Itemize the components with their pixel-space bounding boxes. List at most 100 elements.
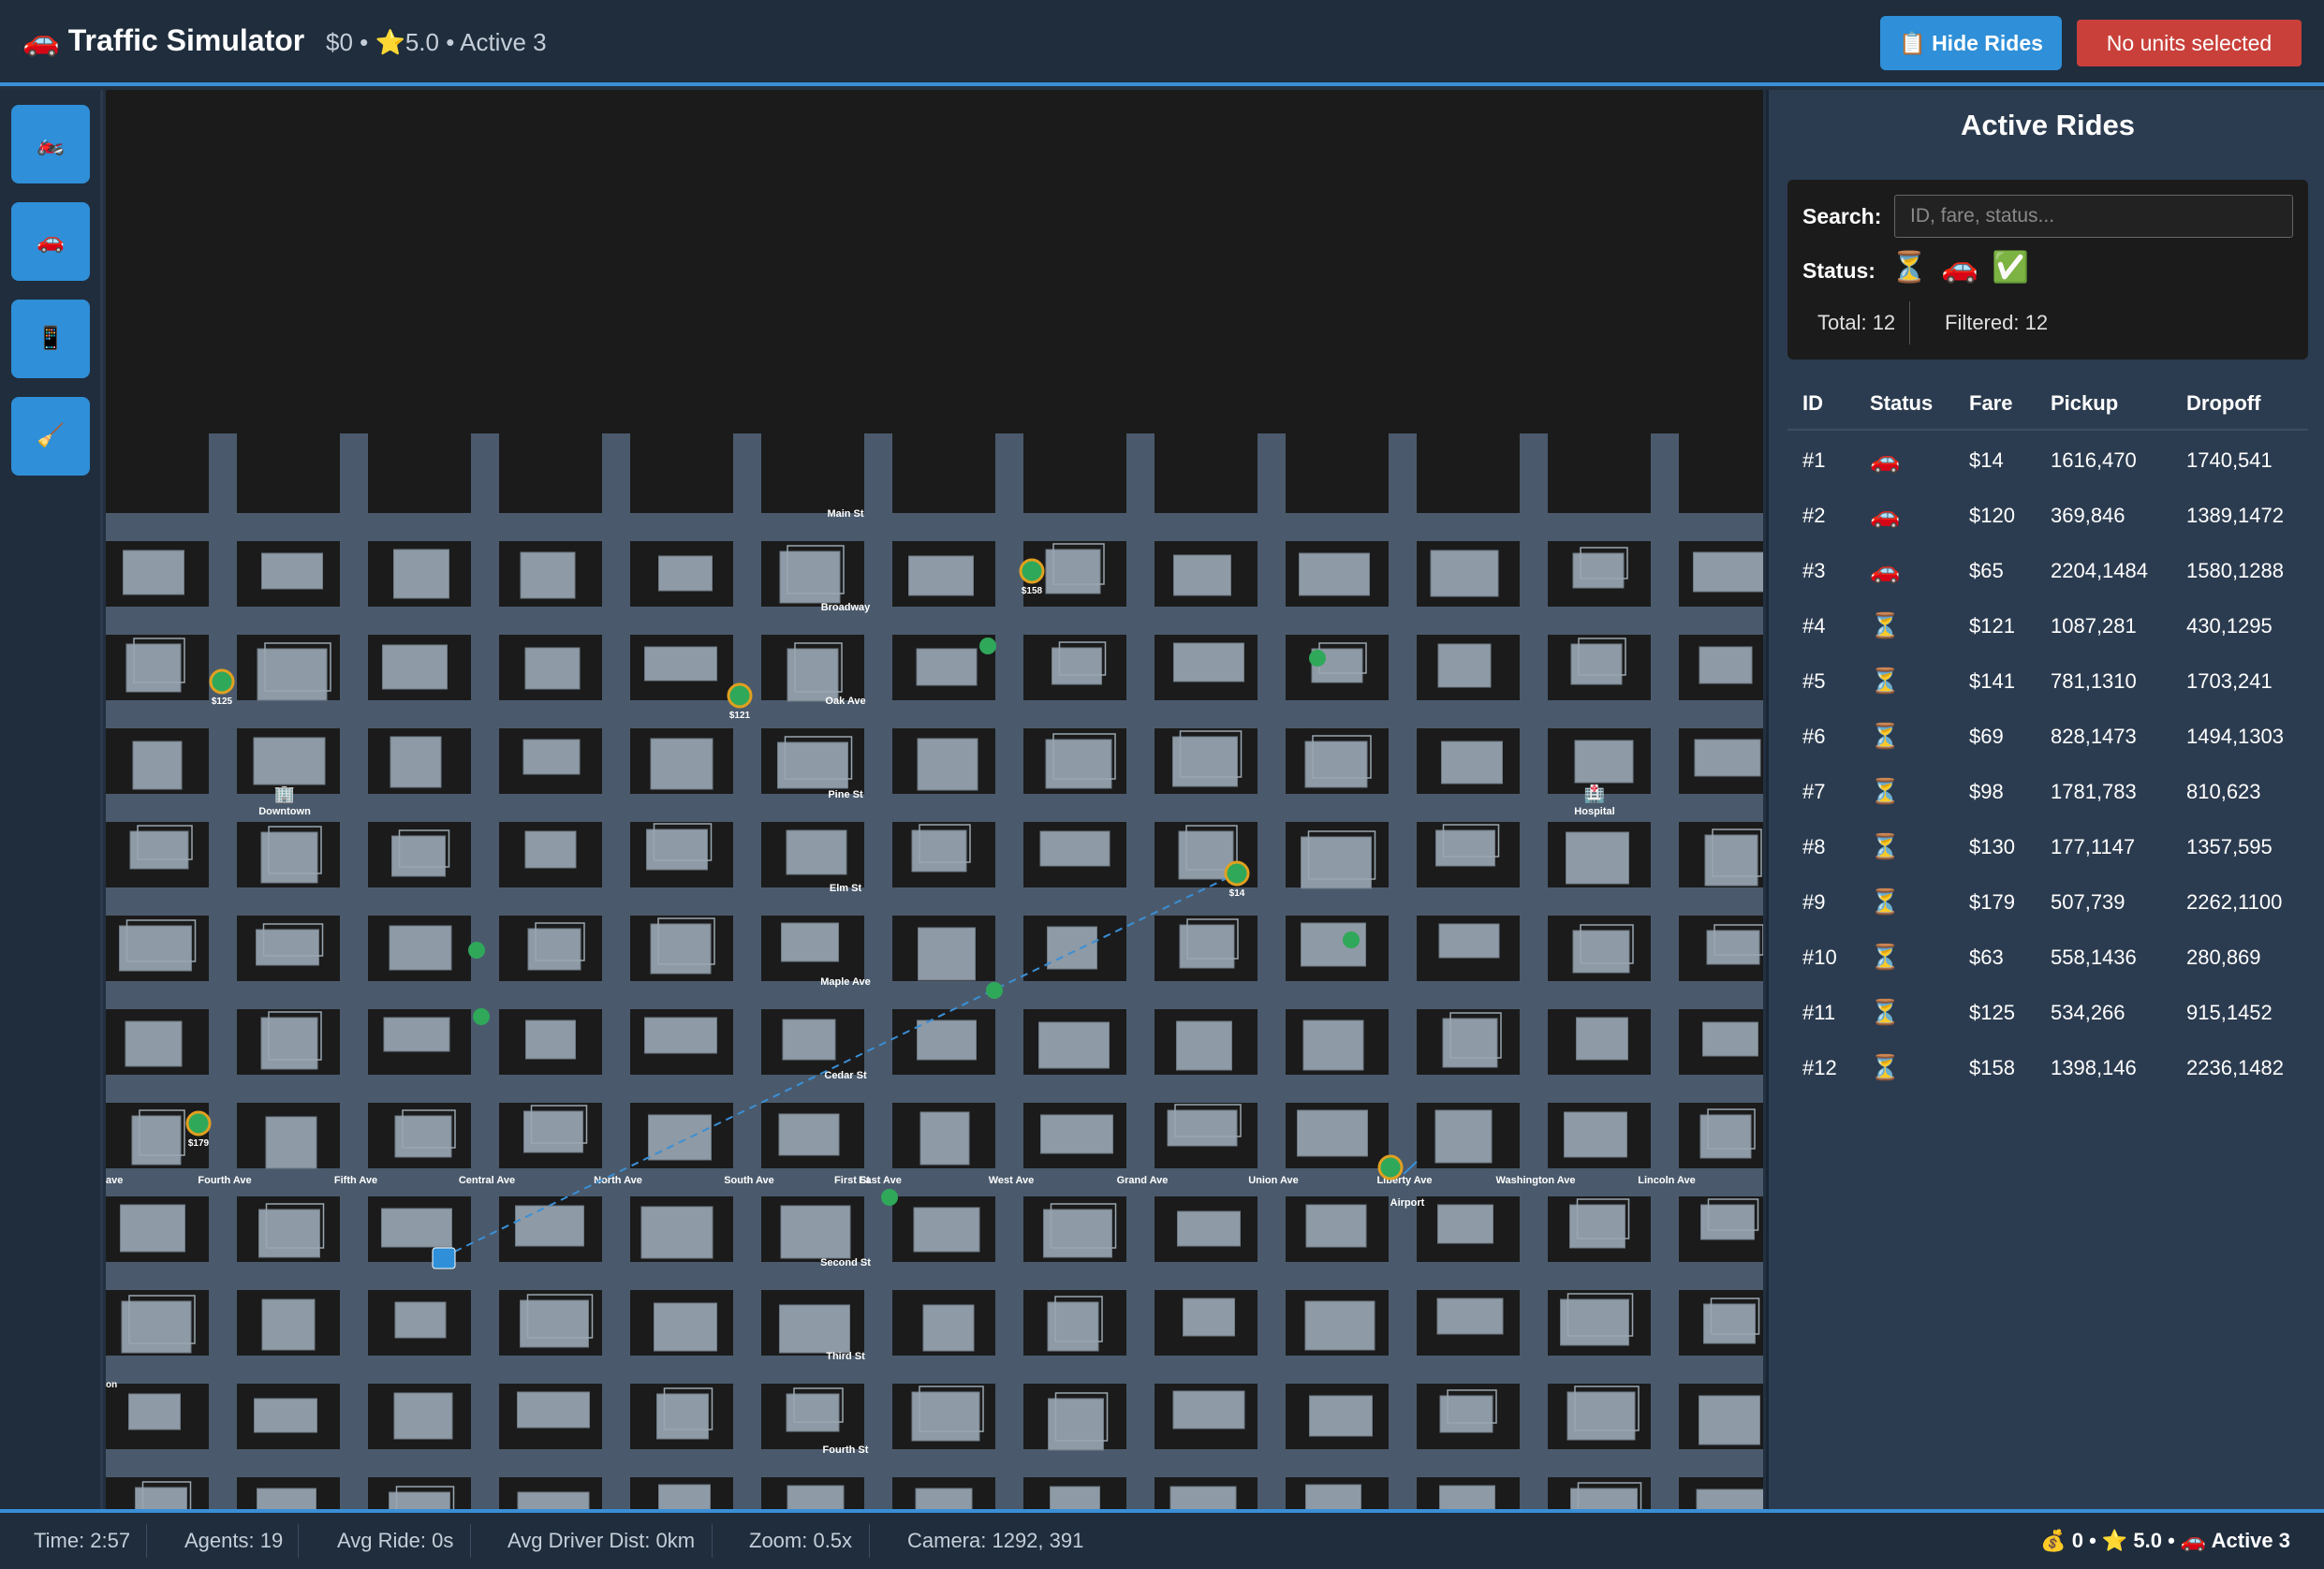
building [381, 1208, 452, 1248]
road [106, 1262, 1763, 1290]
agents-readout: Agents: 19 [184, 1529, 284, 1552]
landmark-label: Hospital [1574, 806, 1614, 817]
table-row[interactable]: #5 ⏳ $141 781,1310 1703,241 [1769, 653, 2324, 709]
units-selected-button[interactable]: No units selected [2077, 20, 2302, 66]
building [1038, 1021, 1110, 1069]
hide-rides-button[interactable]: 📋 Hide Rides [1880, 16, 2062, 70]
table-row[interactable]: #1 🚗 $14 1616,470 1740,541 [1769, 433, 2324, 488]
hourglass-icon[interactable]: ⏳ [1890, 249, 1928, 285]
fare-label: $125 [212, 697, 233, 707]
ride-request-marker [1377, 1154, 1404, 1180]
building [1301, 836, 1372, 889]
search-input[interactable] [1894, 195, 2293, 238]
building [260, 831, 318, 884]
building [1430, 550, 1499, 597]
building [1566, 831, 1629, 885]
building [1047, 926, 1097, 970]
table-row[interactable]: #6 ⏳ $69 828,1473 1494,1303 [1769, 709, 2324, 764]
building [120, 1204, 185, 1253]
street-label: Main St [827, 508, 863, 520]
table-row[interactable]: #8 ⏳ $130 177,1147 1357,595 [1769, 819, 2324, 874]
ride-dropoff: 915,1452 [2186, 1001, 2273, 1024]
street-label: Broadway [821, 602, 871, 613]
building [258, 1209, 320, 1258]
building [919, 1111, 970, 1166]
building [1173, 642, 1244, 682]
ride-fare: $14 [1969, 448, 2004, 472]
ride-id: #12 [1802, 1056, 1837, 1079]
clear-button[interactable]: 🧹 [11, 397, 90, 476]
table-row[interactable]: #10 ⏳ $63 558,1436 280,869 [1769, 930, 2324, 985]
street-label: Elm St [830, 883, 862, 894]
filter-box: Search: Status: ⏳ 🚗 ✅ Total: 12 Filtered… [1787, 180, 2308, 359]
road [106, 981, 1763, 1009]
col-header-fare[interactable]: Fare [1969, 391, 2012, 416]
building [128, 1393, 181, 1430]
spawn-motorcycle-button[interactable]: 🏍️ [11, 105, 90, 183]
spawn-car-button[interactable]: 🚗 [11, 202, 90, 281]
building [1177, 1210, 1241, 1247]
building [256, 929, 319, 966]
building [257, 1488, 316, 1509]
street-label: Washington Ave [1496, 1175, 1576, 1186]
spawn-ride-request-button[interactable]: 📱 [11, 300, 90, 378]
building [644, 1017, 717, 1054]
ride-fare: $120 [1969, 504, 2015, 527]
street-label: Third St [826, 1351, 865, 1362]
car-icon: 🚗 [37, 228, 65, 254]
col-header-pickup[interactable]: Pickup [2051, 391, 2118, 416]
ride-dropoff: 2262,1100 [2186, 890, 2283, 914]
status-label: Status: [1802, 258, 1875, 283]
table-row[interactable]: #2 🚗 $120 369,846 1389,1472 [1769, 488, 2324, 543]
table-row[interactable]: #12 ⏳ $158 1398,146 2236,1482 [1769, 1040, 2324, 1095]
car-icon[interactable]: 🚗 [1941, 249, 1978, 285]
col-header-dropoff[interactable]: Dropoff [2186, 391, 2260, 416]
ride-pickup: 828,1473 [2051, 725, 2137, 748]
street-label: Central Ave [459, 1175, 515, 1186]
status-divider [298, 1524, 299, 1558]
road [106, 513, 1763, 541]
street-label: ave [106, 1175, 123, 1186]
status-divider [712, 1524, 713, 1558]
ride-pickup: 1087,281 [2051, 614, 2137, 638]
road [733, 433, 761, 1509]
col-header-status[interactable]: Status [1870, 391, 1933, 416]
building [129, 830, 189, 870]
checkmark-icon[interactable]: ✅ [1992, 249, 2029, 285]
avg-ride-readout: Avg Ride: 0s [337, 1529, 454, 1552]
building [778, 1113, 840, 1156]
map-canvas[interactable]: Main St Broadway Oak Ave Pine St Elm St Maple… [106, 90, 1763, 1509]
broom-icon: 🧹 [37, 423, 65, 448]
table-row[interactable]: #9 ⏳ $179 507,739 2262,1100 [1769, 874, 2324, 930]
zoom-readout: Zoom: 0.5x [749, 1529, 853, 1552]
col-header-id[interactable]: ID [1802, 391, 1823, 416]
street-label: Grand Ave [1117, 1175, 1169, 1186]
building [1045, 739, 1112, 789]
building [1693, 551, 1763, 593]
building [917, 1019, 977, 1061]
road [602, 433, 630, 1509]
ride-status: ⏳ [1870, 667, 1901, 695]
road [209, 433, 237, 1509]
street-label: Union Ave [1248, 1175, 1299, 1186]
ride-pickup: 781,1310 [2051, 669, 2137, 693]
table-row[interactable]: #7 ⏳ $98 1781,783 810,623 [1769, 764, 2324, 819]
fare-label: $121 [729, 711, 751, 721]
total-count: Total: 12 [1817, 311, 1896, 334]
building [782, 1019, 836, 1061]
building [123, 550, 184, 595]
street-label: Fifth Ave [334, 1175, 377, 1186]
building [390, 736, 442, 788]
city-map[interactable]: Main St Broadway Oak Ave Pine St Elm St Maple… [106, 90, 1763, 1509]
table-row[interactable]: #3 🚗 $65 2204,1484 1580,1288 [1769, 543, 2324, 598]
building [644, 646, 717, 682]
table-row[interactable]: #4 ⏳ $121 1087,281 430,1295 [1769, 598, 2324, 653]
table-row[interactable]: #11 ⏳ $125 534,266 915,1452 [1769, 985, 2324, 1040]
ride-pickup: 177,1147 [2051, 835, 2136, 858]
building [780, 1205, 851, 1259]
ride-pickup: 534,266 [2051, 1001, 2125, 1024]
ride-status: 🚗 [1870, 501, 1901, 529]
building [525, 1019, 576, 1060]
hospital-icon: 🏥 [1584, 784, 1605, 803]
ride-request-marker [1224, 860, 1250, 887]
